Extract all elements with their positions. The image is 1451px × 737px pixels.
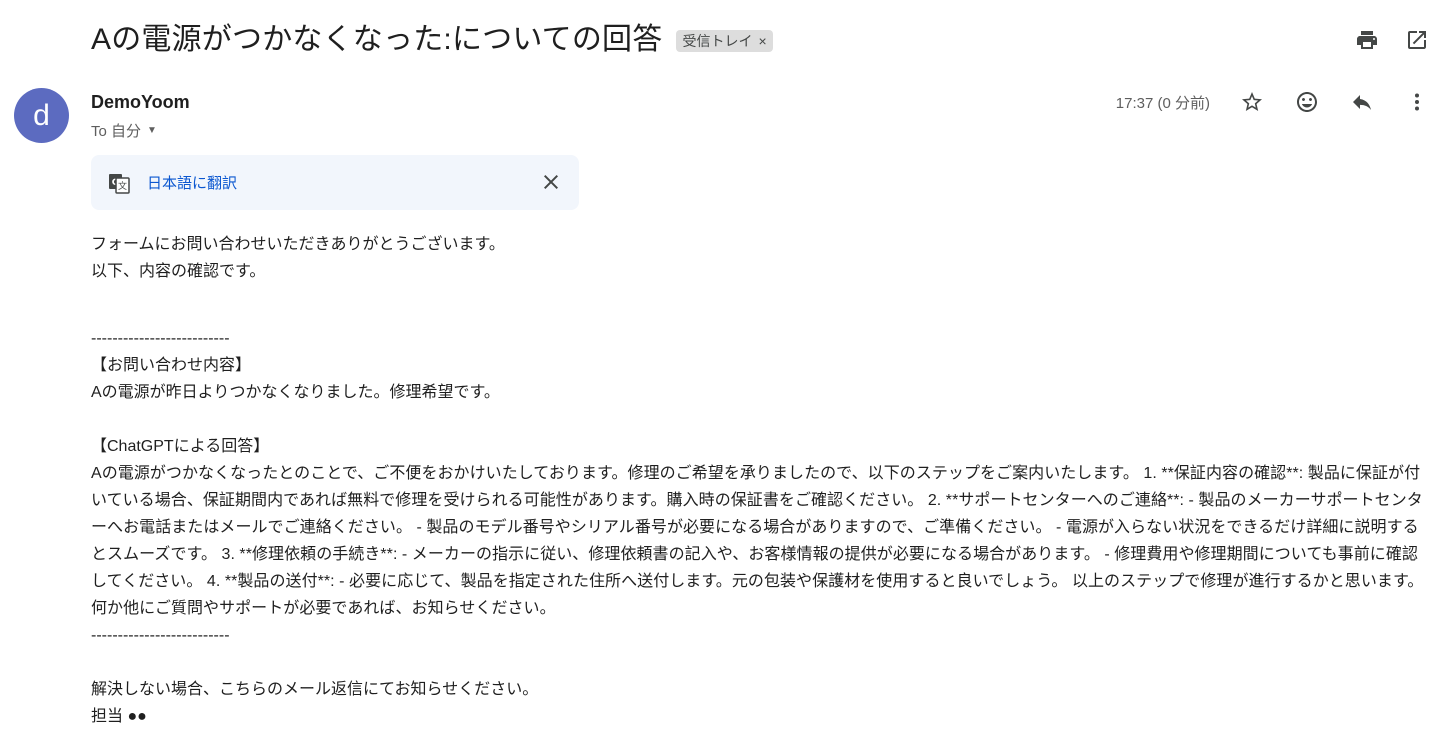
close-icon[interactable] [539,170,563,194]
timestamp: 17:37 (0 分前) [1115,94,1210,112]
recipient-line: To 自分 ▼ [91,120,157,141]
divider-bottom: -------------------------- [91,627,230,644]
open-in-new-window-icon[interactable] [1405,28,1429,52]
sender-avatar[interactable]: d [14,88,69,143]
emoji-reaction-icon[interactable] [1295,90,1319,114]
svg-text:文: 文 [118,180,127,192]
signature-line: 担当 ●● [91,708,147,725]
star-icon[interactable] [1240,90,1264,114]
inbox-label-chip[interactable]: 受信トレイ × [676,30,773,52]
answer-heading: 【ChatGPTによる回答】 [91,438,270,455]
translate-bar: G 文 日本語に翻訳 [91,155,579,210]
remove-label-button[interactable]: × [758,30,766,52]
translate-to-japanese-link[interactable]: 日本語に翻訳 [147,172,237,193]
email-view: Aの電源がつかなくなった:についての回答 受信トレイ × d DemoYoom … [0,0,1451,737]
inbox-label-text: 受信トレイ [682,33,753,49]
trimmed-content-toggle[interactable]: ... [91,730,1431,737]
message-actions [1240,90,1429,114]
sender-name[interactable]: DemoYoom [91,92,190,113]
reply-icon[interactable] [1350,90,1374,114]
recipient-text: To 自分 [91,123,142,140]
greeting-line: フォームにお問い合わせいただきありがとうございます。 [91,236,505,253]
divider-top: -------------------------- [91,330,230,347]
inquiry-heading: 【お問い合わせ内容】 [91,357,252,374]
subject-row: Aの電源がつかなくなった:についての回答 受信トレイ × [91,20,773,60]
translate-icon: G 文 [107,171,131,195]
top-actions [1355,28,1429,52]
inquiry-text: Aの電源が昨日よりつかなくなりました。修理希望です。 [91,384,500,401]
email-subject: Aの電源がつかなくなった:についての回答 [91,23,663,56]
intro-line: 以下、内容の確認です。 [91,263,266,280]
closing-line: 解決しない場合、こちらのメール返信にてお知らせください。 [91,681,539,698]
more-vert-icon[interactable] [1405,90,1429,114]
recipient-details-dropdown-icon[interactable]: ▼ [147,125,157,136]
message-meta: 17:37 (0 分前) [1116,90,1429,114]
print-icon[interactable] [1355,28,1379,52]
email-body: フォームにお問い合わせいただきありがとうございます。 以下、内容の確認です。 -… [91,231,1431,737]
answer-text: Aの電源がつかなくなったとのことで、ご不便をおかけいたしております。修理のご希望… [91,465,1424,617]
